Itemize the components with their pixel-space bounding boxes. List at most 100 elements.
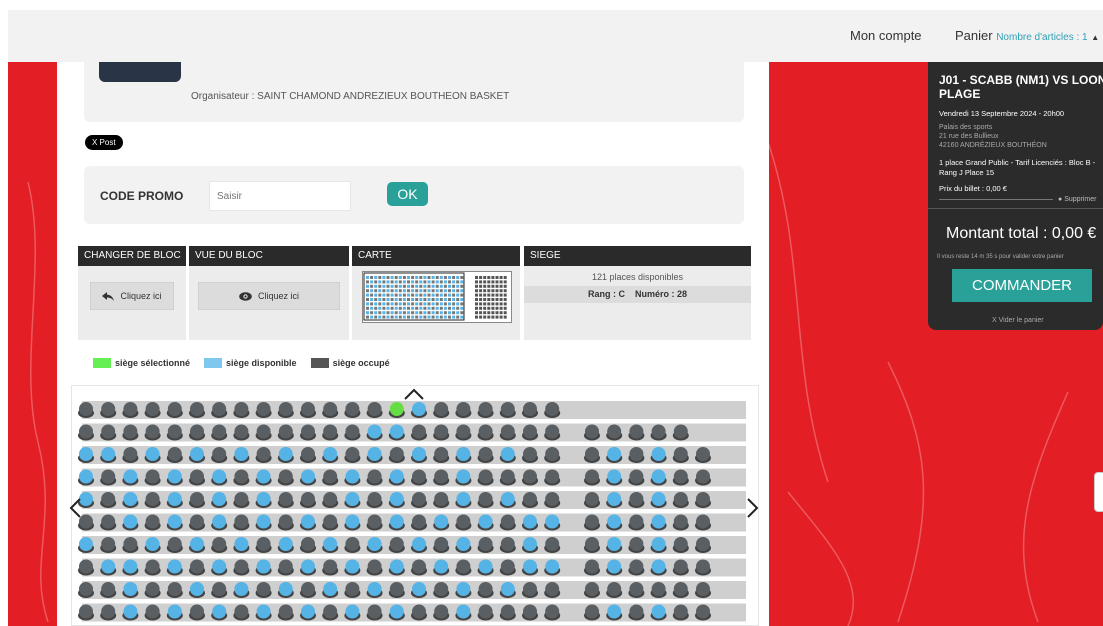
minimap-seat (419, 276, 423, 279)
minimap-seat (370, 276, 374, 279)
minimap-seat (491, 280, 495, 284)
minimap-seat (366, 284, 369, 288)
minimap-seat (394, 315, 398, 319)
minimap-seat (431, 280, 435, 284)
minimap-seat (448, 284, 451, 288)
side-widget[interactable] (1094, 472, 1103, 512)
minimap-seat (456, 298, 460, 301)
scroll-up-arrow-icon[interactable] (404, 382, 424, 404)
minimap-seat (431, 302, 435, 306)
minimap-seat (394, 311, 398, 315)
minimap-seat (407, 280, 410, 284)
order-button[interactable]: COMMANDER (952, 269, 1092, 302)
minimap-seat (402, 293, 406, 297)
change-block-title: CHANGER DE BLOC (78, 246, 186, 266)
block-view-title: VUE DU BLOC (189, 246, 349, 266)
minimap-seat (443, 311, 447, 315)
minimap-seat (402, 311, 406, 315)
minimap-seat (475, 311, 478, 315)
block-minimap[interactable] (362, 271, 512, 323)
legend-selected: siège sélectionné (93, 358, 190, 368)
minimap-seat (411, 276, 415, 279)
minimap-seat (390, 284, 394, 288)
scroll-right-arrow-icon[interactable] (747, 498, 759, 522)
minimap-seat (407, 293, 410, 297)
minimap-seat (419, 284, 423, 288)
minimap-seat (390, 315, 394, 319)
minimap-seat (479, 302, 483, 306)
venue-city: 42160 ANDRÉZIEUX BOUTHÉON (939, 142, 1047, 149)
my-account-link[interactable]: Mon compte (850, 28, 922, 43)
seat-rank: Rang : C (587, 289, 625, 299)
promo-code-input[interactable] (209, 181, 351, 211)
minimap-seat (479, 298, 483, 301)
minimap-seat (370, 306, 374, 310)
minimap-seat (386, 276, 390, 279)
minimap-seat (491, 293, 495, 297)
minimap-seat (495, 311, 499, 315)
minimap-seat (479, 289, 483, 293)
minimap-seat (499, 306, 503, 310)
minimap-seat (431, 293, 435, 297)
minimap-seat (366, 293, 369, 297)
minimap-seat (415, 284, 419, 288)
minimap-seat (431, 298, 435, 301)
x-post-button[interactable]: X Post (85, 135, 123, 150)
cart-panel: J01 - SCABB (NM1) VS LOON PLAGE Vendredi… (928, 62, 1103, 330)
minimap-seat (479, 276, 483, 279)
caret-up-icon: ▲ (1091, 33, 1100, 42)
minimap-seat (374, 289, 378, 293)
empty-cart-link[interactable]: X Vider le panier (992, 317, 1044, 324)
minimap-seat (366, 302, 369, 306)
minimap-seat (475, 284, 478, 288)
minimap-seat (456, 311, 460, 315)
minimap-seat (394, 276, 398, 279)
minimap-seat (423, 280, 427, 284)
minimap-seat (382, 289, 386, 293)
ticket-price: Prix du billet : 0,00 € (939, 184, 1007, 193)
scroll-left-arrow-icon[interactable] (69, 498, 81, 522)
minimap-seat (374, 306, 378, 310)
minimap-seat (386, 315, 390, 319)
promo-ok-button[interactable]: OK (387, 182, 428, 206)
minimap-seat (495, 284, 499, 288)
minimap-seat (366, 298, 369, 301)
minimap-seat (435, 289, 439, 293)
cart-link[interactable]: Panier Nombre d'articles : 1 ▲ (955, 28, 1099, 43)
minimap-seat (439, 315, 443, 319)
minimap-seat (386, 302, 390, 306)
minimap-seat (402, 298, 406, 301)
map-title: CARTE (352, 246, 520, 266)
minimap-seat (443, 280, 447, 284)
minimap-seat (483, 284, 487, 288)
minimap-seat (483, 289, 487, 293)
minimap-seat (487, 315, 491, 319)
minimap-seat (475, 315, 478, 319)
minimap-seat (374, 315, 378, 319)
minimap-seat (415, 280, 419, 284)
minimap-seat (503, 289, 507, 293)
minimap-seat (503, 311, 507, 315)
minimap-seat (435, 280, 439, 284)
minimap-seat (448, 302, 451, 306)
seat-number: Numéro : 28 (635, 289, 688, 299)
scroll-down-arrow-icon[interactable] (404, 618, 424, 626)
minimap-seat (435, 293, 439, 297)
minimap-seat (475, 302, 478, 306)
minimap-seat (456, 276, 460, 279)
change-block-button[interactable]: Cliquez ici (90, 282, 174, 310)
minimap-seat (483, 311, 487, 315)
minimap-seat (456, 280, 460, 284)
minimap-seat (435, 276, 439, 279)
organizer-text: Organisateur : SAINT CHAMOND ANDREZIEUX … (191, 91, 510, 102)
minimap-seat (382, 306, 386, 310)
minimap-seat (431, 306, 435, 310)
minimap-seat (431, 315, 435, 319)
block-view-button[interactable]: Cliquez ici (198, 282, 340, 310)
available-seats-text: 121 places disponibles (591, 272, 684, 282)
remove-ticket-link[interactable]: ● Supprimer (1058, 196, 1096, 203)
minimap-seat (427, 276, 431, 279)
change-block-button-label: Cliquez ici (120, 291, 162, 301)
change-block-panel: CHANGER DE BLOC Cliquez ici (78, 246, 186, 340)
minimap-seat (415, 289, 419, 293)
